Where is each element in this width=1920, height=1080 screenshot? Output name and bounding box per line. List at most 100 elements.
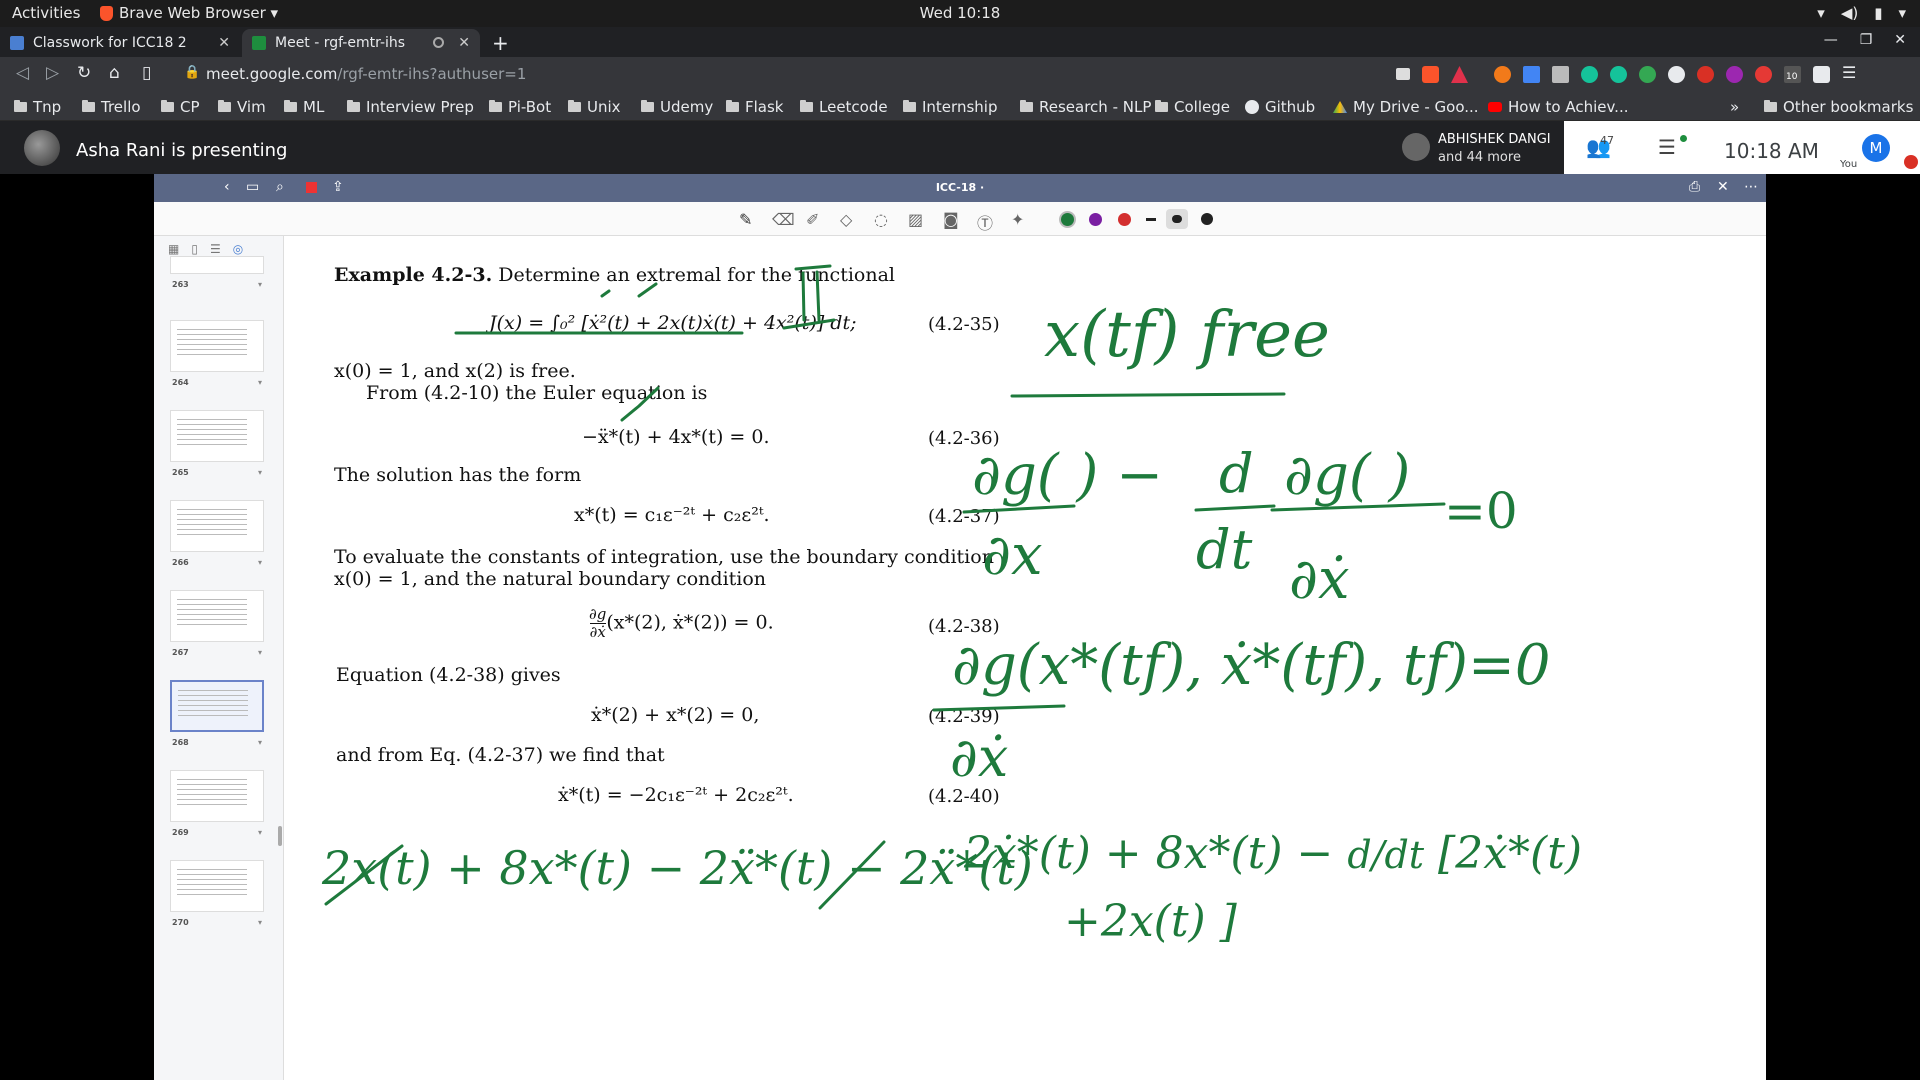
thick-stroke-option[interactable] — [1201, 213, 1213, 225]
page-thumbnail[interactable] — [170, 770, 264, 822]
close-window-icon[interactable]: ✕ — [1894, 32, 1906, 48]
outline-list-icon[interactable]: ☰ — [210, 242, 221, 256]
mic-muted-icon[interactable] — [1904, 155, 1918, 169]
camera-icon[interactable]: ◙ — [943, 210, 959, 229]
alarm-icon[interactable] — [1668, 66, 1685, 83]
bookmark-folder[interactable]: Trello — [82, 98, 141, 116]
brave-rewards-icon[interactable] — [1451, 66, 1468, 83]
bookmarks-overflow-button[interactable]: » — [1730, 98, 1739, 116]
browser-menu-icon[interactable]: ☰ — [1842, 63, 1856, 83]
bookmark-folder[interactable]: Interview Prep — [347, 98, 474, 116]
add-extension-icon[interactable] — [1639, 66, 1656, 83]
page-thumbnail[interactable] — [170, 320, 264, 372]
chevron-down-icon[interactable]: ▾ — [258, 648, 262, 657]
translate-icon[interactable] — [1523, 66, 1540, 83]
chevron-down-icon[interactable]: ▾ — [258, 738, 262, 747]
page-thumbnail[interactable] — [170, 500, 264, 552]
image-icon[interactable]: ▨ — [908, 210, 923, 229]
restore-icon[interactable]: ❐ — [1860, 32, 1873, 48]
color-red-swatch[interactable] — [1118, 213, 1131, 226]
extension-icon[interactable] — [1552, 66, 1569, 83]
tab-classwork[interactable]: Classwork for ICC18 2 ✕ — [0, 29, 240, 57]
close-tab-icon[interactable]: ✕ — [218, 35, 230, 51]
export-icon[interactable]: ⎙ — [1689, 179, 1700, 195]
bookmark-folder[interactable]: ML — [284, 98, 324, 116]
new-tab-button[interactable]: + — [492, 31, 509, 55]
extensions-puzzle-icon[interactable] — [1813, 66, 1830, 83]
calendar-icon[interactable]: 10 — [1784, 66, 1801, 83]
color-green-swatch[interactable] — [1061, 213, 1074, 226]
bookmark-folder[interactable]: Pi-Bot — [489, 98, 551, 116]
record-icon[interactable] — [1755, 66, 1772, 83]
system-clock[interactable]: Wed 10:18 — [0, 4, 1920, 22]
page-thumbnail-selected[interactable] — [170, 680, 264, 732]
minimize-icon[interactable]: — — [1824, 32, 1838, 48]
bookmark-folder[interactable]: Udemy — [641, 98, 713, 116]
page-thumbnails-sidebar: ▦ ▯ ☰ ◎ 263 ▾ 264 ▾ 265 ▾ 266 ▾ 267 ▾ 26… — [154, 236, 284, 1080]
thumbnail-grid-icon[interactable]: ▦ — [168, 242, 179, 256]
back-icon[interactable]: ◁ — [16, 63, 29, 83]
other-bookmarks[interactable]: Other bookmarks — [1764, 98, 1913, 116]
bookmark-folder[interactable]: Unix — [568, 98, 621, 116]
forward-icon[interactable]: ▷ — [46, 63, 59, 83]
close-icon[interactable]: ✕ — [1717, 179, 1729, 195]
bookmark-folder[interactable]: Tnp — [14, 98, 61, 116]
brave-shields-icon[interactable] — [1422, 66, 1439, 83]
bookmark-folder[interactable]: Vim — [218, 98, 266, 116]
page-thumbnail[interactable] — [170, 860, 264, 912]
bookmark-folder[interactable]: Flask — [726, 98, 784, 116]
check-circle-icon[interactable]: ◎ — [233, 242, 243, 256]
bookmark-link[interactable]: My Drive - Goo... — [1333, 98, 1479, 116]
bookmark-folder[interactable]: Research - NLP — [1020, 98, 1151, 116]
bookmark-link[interactable]: How to Achiev... — [1488, 98, 1628, 116]
bookmark-folder[interactable]: Internship — [903, 98, 997, 116]
sidebar-scrollbar[interactable] — [278, 826, 282, 846]
shield-icon[interactable] — [1697, 66, 1714, 83]
bookmark-page-icon[interactable]: ▯ — [142, 63, 151, 83]
document-page[interactable]: Example 4.2-3. Determine an extremal for… — [284, 236, 1766, 1080]
page-thumbnail[interactable] — [170, 256, 264, 274]
lasso-icon[interactable]: ◌ — [874, 210, 888, 229]
folder-icon — [726, 100, 739, 112]
eraser-icon[interactable]: ⌫ — [772, 210, 795, 229]
page-thumbnail[interactable] — [170, 590, 264, 642]
system-tray[interactable]: ▾ ◀) ▮ ▾ — [1817, 4, 1906, 22]
chevron-down-icon[interactable]: ▾ — [258, 558, 262, 567]
reload-icon[interactable]: ↻ — [77, 63, 91, 83]
pointer-icon[interactable]: ✦ — [1011, 210, 1024, 229]
chat-icon[interactable]: ☰ — [1658, 135, 1676, 159]
extension-icon[interactable] — [1726, 66, 1743, 83]
more-options-icon[interactable]: ⋯ — [1744, 179, 1758, 195]
color-purple-swatch[interactable] — [1089, 213, 1102, 226]
bookmark-link[interactable]: Github — [1245, 98, 1315, 116]
chevron-down-icon[interactable]: ▾ — [258, 828, 262, 837]
self-avatar[interactable]: M — [1862, 134, 1890, 162]
text-icon[interactable]: Ⓣ — [977, 210, 993, 234]
thin-stroke-option[interactable] — [1146, 218, 1156, 221]
close-tab-icon[interactable]: ✕ — [458, 35, 470, 51]
bookmark-folder[interactable]: Leetcode — [800, 98, 888, 116]
tab-meet[interactable]: Meet - rgf-emtr-ihs ✕ — [242, 29, 480, 57]
address-bar[interactable]: 🔒 meet.google.com/rgf-emtr-ihs?authuser=… — [178, 62, 1398, 88]
chevron-down-icon[interactable]: ▾ — [258, 918, 262, 927]
pen-icon[interactable]: ✎ — [739, 210, 752, 229]
grammarly-icon[interactable] — [1581, 66, 1598, 83]
page-thumbnail[interactable] — [170, 410, 264, 462]
chevron-down-icon[interactable]: ▾ — [258, 468, 262, 477]
chevron-down-icon[interactable]: ▾ — [258, 378, 262, 387]
chevron-down-icon[interactable]: ▾ — [258, 280, 262, 289]
extension-icon[interactable] — [1494, 66, 1511, 83]
home-icon[interactable]: ⌂ — [109, 63, 120, 83]
thumbnail-content — [177, 509, 247, 539]
fraction-bar — [932, 704, 1066, 712]
thumbnail-content — [177, 329, 247, 359]
tab-title: Classwork for ICC18 2 — [33, 35, 187, 51]
camera-icon[interactable] — [1396, 68, 1410, 80]
grammarly-icon[interactable] — [1610, 66, 1627, 83]
bookmark-icon[interactable]: ▯ — [191, 242, 198, 256]
bookmark-folder[interactable]: CP — [161, 98, 200, 116]
highlighter-icon[interactable]: ✐ — [806, 210, 819, 229]
bookmark-folder[interactable]: College — [1155, 98, 1230, 116]
shapes-icon[interactable]: ◇ — [840, 210, 852, 229]
participant-tile[interactable]: ABHISHEK DANGI and 44 more — [1390, 121, 1564, 174]
